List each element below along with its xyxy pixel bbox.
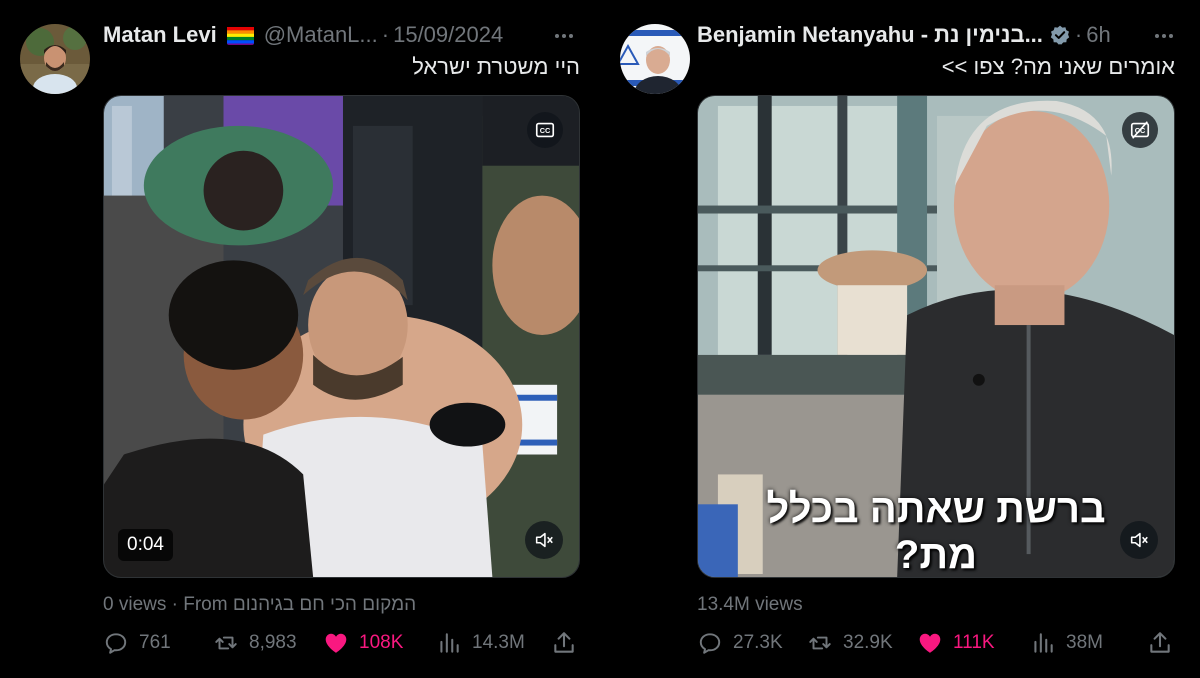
repost-button[interactable]: 8,983 [213,626,297,660]
tweet-matan-levi: Matan Levi @MatanL... · 15/09/2024 היי מ… [0,0,600,678]
tweet-text: אומרים שאני מה? צפו >> [941,54,1175,79]
analytics-icon [1034,633,1053,653]
reply-button[interactable]: 761 [103,626,171,660]
repost-icon [215,636,237,650]
author-name[interactable]: Matan Levi [103,20,217,50]
tweet-header: Matan Levi @MatanL... · 15/09/2024 [103,20,580,50]
action-bar: 27.3K 32.9K 111K 38M [697,626,1175,660]
from-source[interactable]: המקום הכי חם בגיהנום [233,594,416,615]
more-options-icon[interactable] [550,22,578,50]
views-line: 13.4M views [697,592,1180,618]
views-button[interactable]: 38M [1030,626,1103,660]
heart-icon [919,633,941,653]
reply-count: 27.3K [733,632,783,653]
mute-icon[interactable] [1120,521,1158,559]
tweet-date[interactable]: 15/09/2024 [393,20,503,50]
tweet-benjamin-netanyahu: Benjamin Netanyahu - בנימין נת... · 6h א… [600,0,1200,678]
author-handle[interactable]: @MatanL... [264,20,378,50]
like-button[interactable]: 108K [323,626,403,660]
tweet-header: Benjamin Netanyahu - בנימין נת... · 6h [697,20,1180,50]
separator-dot: · [381,22,390,47]
tweet-text: היי משטרת ישראל [412,54,580,79]
repost-icon [809,636,831,650]
video-subtitle-line-2: מת? [894,533,978,577]
share-icon [1150,632,1170,653]
views-button[interactable]: 14.3M [436,626,525,660]
mute-icon[interactable] [525,521,563,559]
views-count: 38M [1066,632,1103,653]
reply-count: 761 [139,632,171,653]
like-count: 111K [953,632,995,653]
reply-icon [699,633,721,654]
rainbow-flag-icon [226,25,254,45]
share-button[interactable] [1147,626,1173,660]
share-icon [554,632,574,653]
video-frame [104,96,579,577]
views-count: 14.3M [472,632,525,653]
like-count: 108K [359,632,404,653]
share-button[interactable] [551,626,577,660]
like-button[interactable]: 111K [917,626,995,660]
view-count: 0 views [103,594,167,615]
action-bar: 761 8,983 108K 14.3M [103,626,580,660]
verified-badge-icon[interactable] [1049,24,1071,46]
author-name[interactable]: Benjamin Netanyahu - בנימין נת... [697,20,1043,50]
heart-icon [325,633,347,653]
repost-count: 32.9K [843,632,893,653]
tweet-date[interactable]: 6h [1086,20,1110,50]
views-line: 0 views · From המקום הכי חם בגיהנום [103,592,580,618]
more-options-icon[interactable] [1150,22,1178,50]
view-count: 13.4M views [697,594,803,615]
video-player[interactable]: CC 0:04 [103,95,580,578]
repost-button[interactable]: 32.9K [807,626,893,660]
closed-captions-icon[interactable]: CC [527,112,563,148]
avatar-matan-levi[interactable] [20,24,90,94]
avatar-benjamin-netanyahu[interactable] [620,24,690,94]
repost-count: 8,983 [249,632,297,653]
closed-captions-off-icon[interactable]: CC [1122,112,1158,148]
from-prefix: · From [171,594,228,615]
reply-button[interactable]: 27.3K [697,626,783,660]
reply-icon [105,633,127,654]
svg-text:CC: CC [540,126,551,135]
video-player[interactable]: CC ברשת שאתה בכלל מת? [697,95,1175,578]
video-subtitle-line-1: ברשת שאתה בכלל [766,487,1106,531]
video-timestamp: 0:04 [118,529,173,561]
separator-dot: · [1074,22,1083,47]
analytics-icon [440,633,459,653]
